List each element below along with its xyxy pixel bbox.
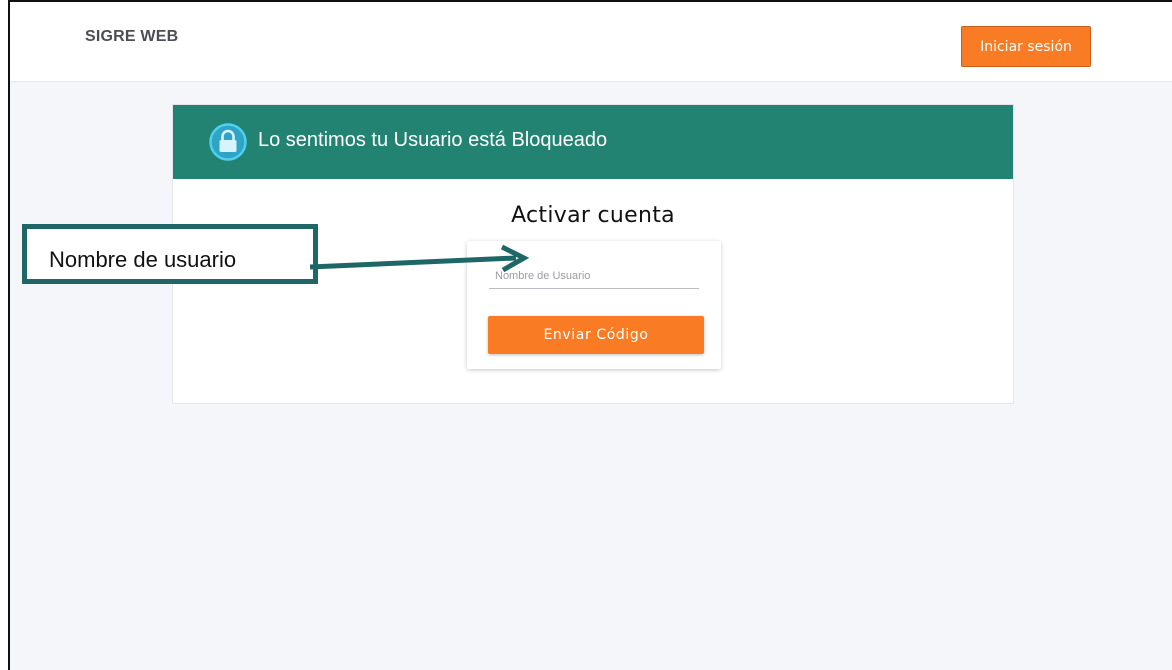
- card-header: Lo sentimos tu Usuario está Bloqueado: [173, 105, 1013, 179]
- callout-label: Nombre de usuario: [49, 247, 237, 272]
- send-code-button[interactable]: Enviar Código: [488, 316, 704, 354]
- annotation-callout: Nombre de usuario: [22, 224, 318, 284]
- brand-logo[interactable]: SIGRE WEB: [85, 28, 178, 46]
- lock-icon: [208, 122, 248, 162]
- login-button[interactable]: Iniciar sesión: [961, 26, 1091, 67]
- annotation-arrow: [309, 244, 530, 273]
- app-frame: SIGRE WEB Iniciar sesión Lo sentimos tu …: [8, 0, 1172, 670]
- top-navbar: SIGRE WEB Iniciar sesión: [10, 2, 1172, 82]
- blocked-message: Lo sentimos tu Usuario está Bloqueado: [258, 129, 608, 151]
